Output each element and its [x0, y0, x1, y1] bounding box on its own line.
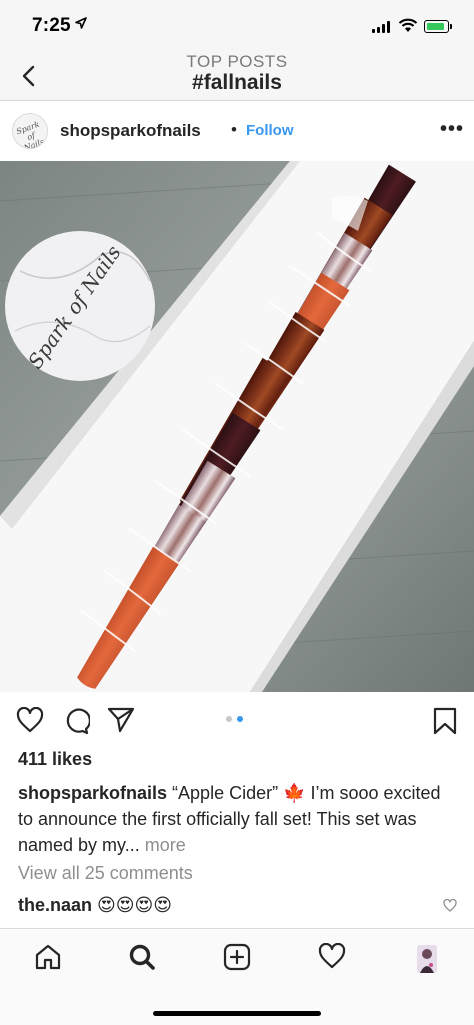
status-time: 7:25 — [32, 15, 71, 36]
avatar[interactable]: Spark of Nails — [12, 113, 48, 149]
post-username[interactable]: shopsparkofnails — [60, 121, 201, 141]
header-subtitle: TOP POSTS — [186, 52, 288, 71]
wifi-icon — [398, 18, 418, 32]
cellular-signal-icon — [372, 21, 390, 33]
avatar-logo: Spark of Nails — [15, 119, 46, 149]
nav-header: TOP POSTS #fallnails — [0, 52, 474, 101]
follow-button[interactable]: Follow — [246, 122, 294, 139]
comment-row: the.naan 😍😍😍😍 — [18, 895, 172, 916]
status-bar: 7:25 — [0, 0, 474, 52]
post-photo[interactable]: Spark of Nails — [0, 161, 474, 692]
caption-more-link[interactable]: more — [145, 835, 186, 855]
new-post-icon[interactable] — [223, 943, 251, 971]
carousel-indicator — [226, 716, 243, 722]
home-indicator — [153, 1011, 321, 1016]
battery-level — [426, 22, 444, 30]
likes-count[interactable]: 411 likes — [18, 749, 92, 770]
battery-icon — [424, 20, 452, 33]
view-all-comments-link[interactable]: View all 25 comments — [18, 863, 193, 884]
caption-username[interactable]: shopsparkofnails — [18, 783, 167, 803]
profile-avatar-image — [417, 945, 437, 973]
comment-like-heart-icon[interactable] — [443, 899, 457, 912]
more-options-icon[interactable]: ••• — [440, 119, 464, 139]
post-header: Spark of Nails shopsparkofnails • Follow… — [0, 102, 474, 161]
profile-avatar[interactable] — [417, 945, 437, 973]
comment-icon[interactable] — [62, 707, 90, 735]
share-paper-plane-icon[interactable] — [107, 707, 135, 733]
comment-username[interactable]: the.naan — [18, 895, 92, 915]
activity-heart-icon[interactable] — [318, 943, 346, 969]
page-title: #fallnails — [192, 71, 282, 94]
separator-dot: • — [231, 120, 237, 139]
like-heart-icon[interactable] — [16, 707, 44, 733]
location-arrow-icon — [75, 17, 87, 29]
post-caption: shopsparkofnails “Apple Cider” 🍁 I’m soo… — [18, 780, 458, 858]
bookmark-icon[interactable] — [433, 707, 457, 735]
comment-text: 😍😍😍😍 — [92, 895, 173, 915]
home-icon[interactable] — [34, 943, 62, 971]
nail-set-image: Spark of Nails — [0, 161, 474, 692]
search-icon[interactable] — [128, 943, 156, 971]
carousel-dot — [226, 716, 232, 722]
carousel-dot-active — [237, 716, 243, 722]
